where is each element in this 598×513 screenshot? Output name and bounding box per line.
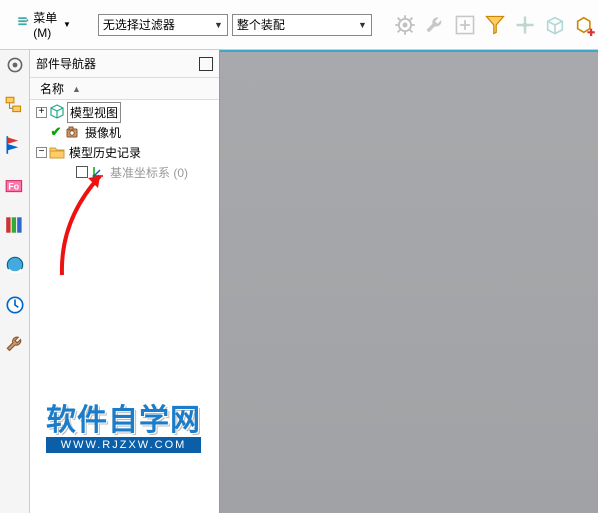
column-name-label: 名称 — [40, 80, 64, 97]
filter-dropdown[interactable]: 无选择过滤器 ▼ — [98, 14, 228, 36]
tree-row-csys[interactable]: 基准坐标系 (0) — [30, 162, 219, 182]
dropdown-caret-icon: ▼ — [358, 20, 367, 30]
gear-tool-icon[interactable] — [392, 12, 418, 38]
main-area: 部件导航器 名称 ▲ + 模型视图 ✔ 摄像机 − — [0, 50, 598, 513]
annotation-arrow — [52, 170, 117, 280]
top-toolbar: 菜单(M) ▼ 无选择过滤器 ▼ 整个装配 ▼ — [0, 0, 598, 50]
expander-icon[interactable]: + — [36, 107, 47, 118]
sort-asc-icon: ▲ — [72, 84, 81, 94]
assembly-dropdown[interactable]: 整个装配 ▼ — [232, 14, 372, 36]
tree-label: 模型视图 — [67, 102, 121, 123]
check-icon: ✔ — [49, 124, 63, 140]
tree-row-history[interactable]: − 模型历史记录 — [30, 142, 219, 162]
cubeplus-tool-icon[interactable] — [572, 12, 598, 38]
strip-flag-icon[interactable] — [4, 134, 26, 156]
tree-label: 模型历史记录 — [67, 143, 143, 162]
filter-dropdown-value: 无选择过滤器 — [103, 16, 175, 33]
pin-icon[interactable] — [199, 57, 213, 71]
tree-label: 基准坐标系 (0) — [108, 163, 190, 182]
expander-icon[interactable]: − — [36, 147, 47, 158]
folder-icon — [49, 144, 65, 160]
wirecube-tool-icon[interactable] — [542, 12, 568, 38]
navigator-title: 部件导航器 — [36, 55, 199, 72]
menu-button[interactable]: 菜单(M) ▼ — [10, 5, 78, 44]
visibility-checkbox[interactable] — [76, 166, 88, 178]
wrench-tool-icon[interactable] — [422, 12, 448, 38]
strip-settings-icon[interactable] — [4, 54, 26, 76]
graphics-viewport[interactable] — [220, 50, 598, 513]
cube-icon — [49, 104, 65, 120]
tree-label: 摄像机 — [83, 123, 123, 142]
assembly-dropdown-value: 整个装配 — [237, 16, 285, 33]
column-header[interactable]: 名称 ▲ — [30, 78, 219, 100]
dropdown-caret-icon: ▼ — [214, 20, 223, 30]
menu-icon — [17, 16, 29, 34]
funnel-tool-icon[interactable] — [482, 12, 508, 38]
plus-tool-icon[interactable] — [452, 12, 478, 38]
tree-row-camera[interactable]: ✔ 摄像机 — [30, 122, 219, 142]
csys-icon — [90, 164, 106, 180]
navigator-tree: + 模型视图 ✔ 摄像机 − 模型历史记录 基准坐标系 (0) — [30, 100, 219, 513]
strip-books-icon[interactable] — [4, 214, 26, 236]
strip-fo-icon[interactable] — [4, 174, 26, 196]
strip-globe-icon[interactable] — [4, 254, 26, 276]
navigator-header: 部件导航器 — [30, 50, 219, 78]
camera-icon — [65, 124, 81, 140]
tree-row-model-view[interactable]: + 模型视图 — [30, 102, 219, 122]
menu-label: 菜单(M) — [33, 9, 59, 40]
strip-tree-icon[interactable] — [4, 94, 26, 116]
dropdown-caret-icon: ▼ — [63, 20, 71, 29]
strip-clock-icon[interactable] — [4, 294, 26, 316]
cross-tool-icon[interactable] — [512, 12, 538, 38]
left-icon-strip — [0, 50, 30, 513]
part-navigator-panel: 部件导航器 名称 ▲ + 模型视图 ✔ 摄像机 − — [30, 50, 220, 513]
strip-tool-icon[interactable] — [4, 334, 26, 356]
